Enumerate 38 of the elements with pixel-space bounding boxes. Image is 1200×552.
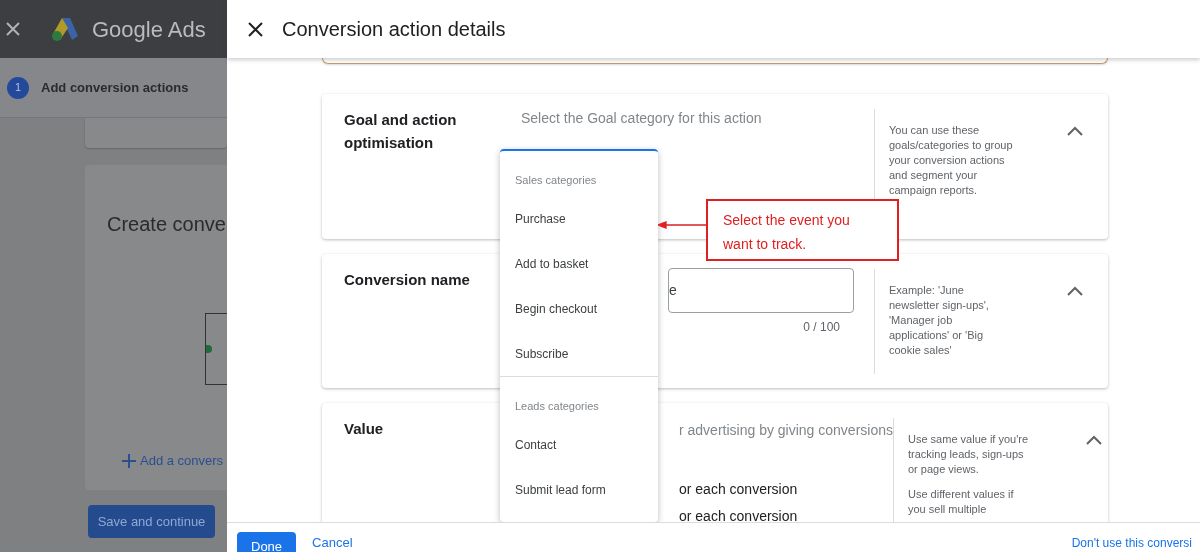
app-name: Google Ads	[92, 15, 206, 44]
plus-icon	[121, 452, 137, 469]
done-button[interactable]: Done	[237, 532, 297, 552]
step-number: 1	[7, 76, 29, 99]
conversion-name-field[interactable]: e	[668, 268, 854, 313]
chevron-up-icon[interactable]	[1066, 125, 1084, 137]
drawer-title: Conversion action details	[282, 17, 506, 42]
section-title: Value	[344, 419, 385, 439]
menu-item[interactable]: Submit lead form	[500, 467, 658, 512]
annotation-arrow	[658, 221, 708, 229]
value-option-label: or each conversion	[679, 480, 799, 499]
section-title: Conversion name	[344, 270, 471, 290]
section-prompt: Select the Goal category for this action	[521, 109, 763, 128]
card-title: Create conve	[107, 212, 227, 237]
help-text: Example: 'June newsletter sign-ups', 'Manager job applications' or 'Big cookie sales'	[889, 283, 990, 358]
section-prompt: r advertising by giving conversions	[679, 421, 893, 440]
triangle-logo-icon	[50, 16, 80, 42]
menu-group-heading: Sales categories	[514, 172, 598, 188]
character-counter: 0 / 100	[803, 319, 840, 336]
close-icon[interactable]	[248, 21, 263, 37]
annotation-callout: Select the event you want to track.	[706, 199, 899, 261]
help-text: You can use these goals/categories to group your conversion actions and segment your campaign reports.	[889, 123, 1013, 198]
help-text: Use different values if you sell multiple	[908, 487, 1015, 517]
menu-item[interactable]: Subscribe	[500, 331, 658, 376]
chevron-up-icon[interactable]	[1066, 285, 1084, 297]
menu-item[interactable]: Add to basket	[500, 241, 658, 286]
value-option-label: or each conversion	[679, 507, 799, 522]
chevron-up-icon[interactable]	[1085, 434, 1103, 446]
section-title: Goal and action optimisation	[344, 110, 458, 153]
save-and-continue-button[interactable]: Save and continue	[88, 505, 215, 538]
dont-use-link[interactable]: Don't use this conversi	[1071, 536, 1192, 550]
cancel-link[interactable]: Cancel	[312, 536, 353, 550]
menu-item[interactable]: Contact	[500, 422, 658, 467]
step-label: Add conversion actions	[41, 78, 189, 97]
menu-item[interactable]: Purchase	[500, 196, 658, 241]
menu-item[interactable]: Begin checkout	[500, 286, 658, 331]
help-text: Use same value if you're tracking leads, sign-ups or page views.	[908, 432, 1030, 477]
menu-group-heading: Leads categories	[514, 398, 600, 414]
